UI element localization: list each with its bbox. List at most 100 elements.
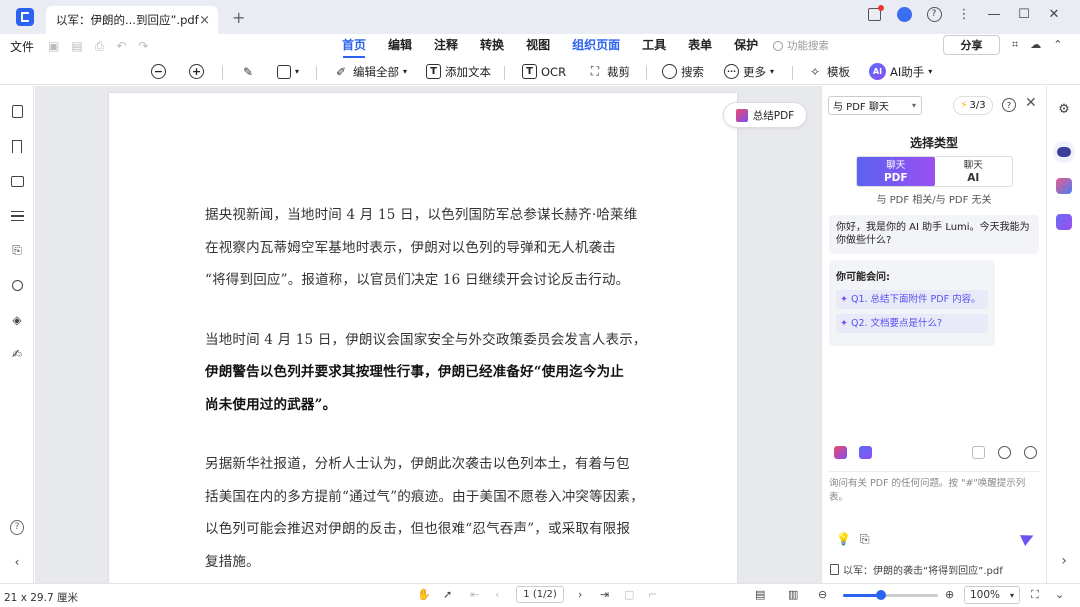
undo-icon[interactable]: ↶ bbox=[116, 39, 126, 54]
more-dots-icon: ··· bbox=[724, 64, 739, 79]
attachment-icon[interactable]: ⎘ bbox=[10, 243, 24, 257]
close-window-icon[interactable]: ✕ bbox=[1046, 6, 1062, 22]
bookmark-icon[interactable] bbox=[10, 139, 24, 153]
tab-convert[interactable]: 转换 bbox=[469, 34, 515, 58]
template-button[interactable]: ✧ 模板 bbox=[807, 61, 850, 82]
send-icon[interactable] bbox=[1020, 530, 1036, 546]
suggested-question[interactable]: ✦ Q2. 文档要点是什么? bbox=[836, 314, 988, 333]
zoom-in-button[interactable]: + bbox=[189, 61, 204, 82]
zoom-out-button[interactable]: − bbox=[151, 61, 166, 82]
history-icon[interactable] bbox=[998, 446, 1011, 459]
print-icon[interactable]: ⎙ bbox=[95, 39, 105, 54]
tab-tools[interactable]: 工具 bbox=[631, 34, 677, 58]
attachment-icon[interactable]: ⎘ bbox=[860, 532, 870, 547]
copy-icon[interactable] bbox=[972, 446, 985, 459]
org-chart-icon[interactable]: ⌗ bbox=[1012, 38, 1018, 52]
highlight-button[interactable]: ✎ bbox=[240, 61, 256, 82]
zoom-in-icon[interactable]: ⊕ bbox=[945, 588, 954, 601]
document-tab[interactable]: 以军：伊朗的...到回应”.pdf × bbox=[46, 6, 218, 34]
edit-all-label: 编辑全部 bbox=[353, 64, 399, 79]
ocr-button[interactable]: T OCR bbox=[522, 61, 566, 82]
tab-view[interactable]: 视图 bbox=[515, 34, 561, 58]
option-label-top: 聊天 bbox=[886, 159, 906, 171]
tab-home[interactable]: 首页 bbox=[331, 34, 377, 58]
chat-mode-select[interactable]: 与 PDF 聊天 ▾ bbox=[828, 96, 922, 115]
previous-page-icon[interactable]: ‹ bbox=[495, 588, 499, 601]
assistant-greeting: 你好，我是你的 AI 助手 Lumi。今天我能为你做些什么? bbox=[829, 215, 1039, 254]
translate-icon[interactable] bbox=[859, 446, 872, 459]
lightning-icon: ⚡ bbox=[960, 100, 968, 111]
first-page-icon[interactable]: ⇤ bbox=[470, 588, 479, 601]
help-icon[interactable]: ? bbox=[926, 6, 942, 22]
tab-forms[interactable]: 表单 bbox=[677, 34, 723, 58]
page-layout-icon[interactable]: ▤ bbox=[755, 588, 765, 601]
tab-edit[interactable]: 编辑 bbox=[377, 34, 423, 58]
page-number-field[interactable]: 1 (1/2) bbox=[516, 586, 564, 603]
view-mode-icon[interactable]: ▥ bbox=[788, 588, 798, 601]
fit-page-icon[interactable]: ▢ bbox=[624, 588, 634, 601]
add-text-button[interactable]: T 添加文本 bbox=[426, 61, 491, 82]
stack-icon[interactable]: ◈ bbox=[10, 313, 24, 327]
edit-all-button[interactable]: ✐ 编辑全部 ▾ bbox=[333, 61, 407, 82]
ai-assistant-button[interactable]: AI AI助手 ▾ bbox=[869, 61, 932, 82]
new-tab-icon[interactable]: + bbox=[232, 8, 245, 27]
redo-icon[interactable]: ↷ bbox=[138, 39, 148, 54]
ai-chat-icon[interactable] bbox=[1053, 141, 1075, 163]
select-tool-icon[interactable]: ➚ bbox=[443, 588, 452, 601]
collapse-ribbon-icon[interactable]: ⌃ bbox=[1053, 38, 1062, 52]
help-icon[interactable]: ? bbox=[1002, 98, 1016, 112]
more-options-icon[interactable]: ⋮ bbox=[956, 6, 972, 22]
quota-badge[interactable]: ⚡ 3/3 bbox=[953, 96, 993, 115]
crop-button[interactable]: ⛶ 裁剪 bbox=[587, 61, 630, 82]
layers-icon[interactable] bbox=[10, 209, 24, 223]
properties-icon[interactable]: ⚙ bbox=[1056, 102, 1072, 118]
save-icon[interactable]: ▣ bbox=[48, 39, 59, 54]
expand-panel-icon[interactable]: › bbox=[1056, 553, 1072, 569]
page-thumbnails-icon[interactable] bbox=[10, 104, 24, 118]
pdf-page[interactable]: 据央视新闻，当地时间 4 月 15 日，以色列国防军总参谋长赫齐·哈莱维 在视察… bbox=[109, 93, 737, 583]
signature-icon[interactable]: ✍ bbox=[10, 347, 24, 361]
tab-annotate[interactable]: 注释 bbox=[423, 34, 469, 58]
close-panel-icon[interactable]: ✕ bbox=[1025, 95, 1037, 111]
share-button[interactable]: 分享 bbox=[943, 35, 1000, 55]
gift-icon[interactable] bbox=[866, 4, 884, 22]
help-icon[interactable]: ? bbox=[10, 519, 24, 535]
next-page-icon[interactable]: › bbox=[578, 588, 582, 601]
zoom-slider-handle[interactable] bbox=[876, 590, 886, 600]
search-icon[interactable] bbox=[10, 278, 24, 292]
search-button[interactable]: 搜索 bbox=[662, 61, 704, 82]
more-button[interactable]: ··· 更多 ▾ bbox=[724, 61, 774, 82]
save-as-icon[interactable]: ▤ bbox=[71, 39, 82, 54]
zoom-slider[interactable] bbox=[843, 590, 938, 600]
function-search[interactable]: 功能搜索 bbox=[773, 38, 829, 53]
rotate-icon[interactable]: ⌐ bbox=[648, 588, 657, 601]
cloud-upload-icon[interactable]: ☁ bbox=[1030, 38, 1041, 52]
collapse-sidebar-icon[interactable]: ‹ bbox=[10, 555, 24, 569]
pdf-icon[interactable] bbox=[834, 446, 847, 459]
chat-ai-option[interactable]: 聊天 AI bbox=[935, 157, 1013, 186]
chat-input[interactable]: 询问有关 PDF 的任何问题。按 "#"唤醒提示列表。 bbox=[829, 471, 1039, 503]
avatar[interactable] bbox=[896, 6, 912, 22]
checklist-icon[interactable] bbox=[1056, 214, 1072, 230]
chat-pdf-option[interactable]: 聊天 PDF bbox=[857, 157, 935, 186]
hand-tool-icon[interactable]: ✋ bbox=[417, 588, 431, 601]
fullscreen-icon[interactable]: ⛶ bbox=[1031, 588, 1039, 602]
comment-icon[interactable] bbox=[10, 174, 24, 188]
zoom-out-icon[interactable]: ⊖ bbox=[818, 588, 827, 601]
maximize-icon[interactable]: ☐ bbox=[1016, 6, 1032, 22]
summarize-pdf-button[interactable]: 总结PDF bbox=[723, 102, 807, 128]
close-tab-icon[interactable]: × bbox=[199, 13, 210, 28]
document-viewport[interactable]: 据央视新闻，当地时间 4 月 15 日，以色列国防军总参谋长赫齐·哈莱维 在视察… bbox=[35, 86, 821, 583]
shape-button[interactable]: ▾ bbox=[277, 61, 299, 82]
settings-icon[interactable] bbox=[1024, 446, 1037, 459]
file-menu[interactable]: 文件 bbox=[10, 38, 34, 55]
last-page-icon[interactable]: ⇥ bbox=[600, 588, 609, 601]
lightbulb-icon[interactable]: 💡 bbox=[836, 532, 851, 546]
suggested-question[interactable]: ✦ Q1. 总结下面附件 PDF 内容。 bbox=[836, 290, 988, 309]
zoom-select[interactable]: 100% ▾ bbox=[964, 586, 1020, 604]
translate-icon[interactable] bbox=[1056, 178, 1072, 194]
tab-organize-pages[interactable]: 组织页面 bbox=[561, 34, 631, 58]
tab-protect[interactable]: 保护 bbox=[723, 34, 769, 58]
minimize-icon[interactable]: — bbox=[986, 6, 1002, 22]
scroll-down-icon[interactable]: ⌄ bbox=[1055, 588, 1064, 601]
